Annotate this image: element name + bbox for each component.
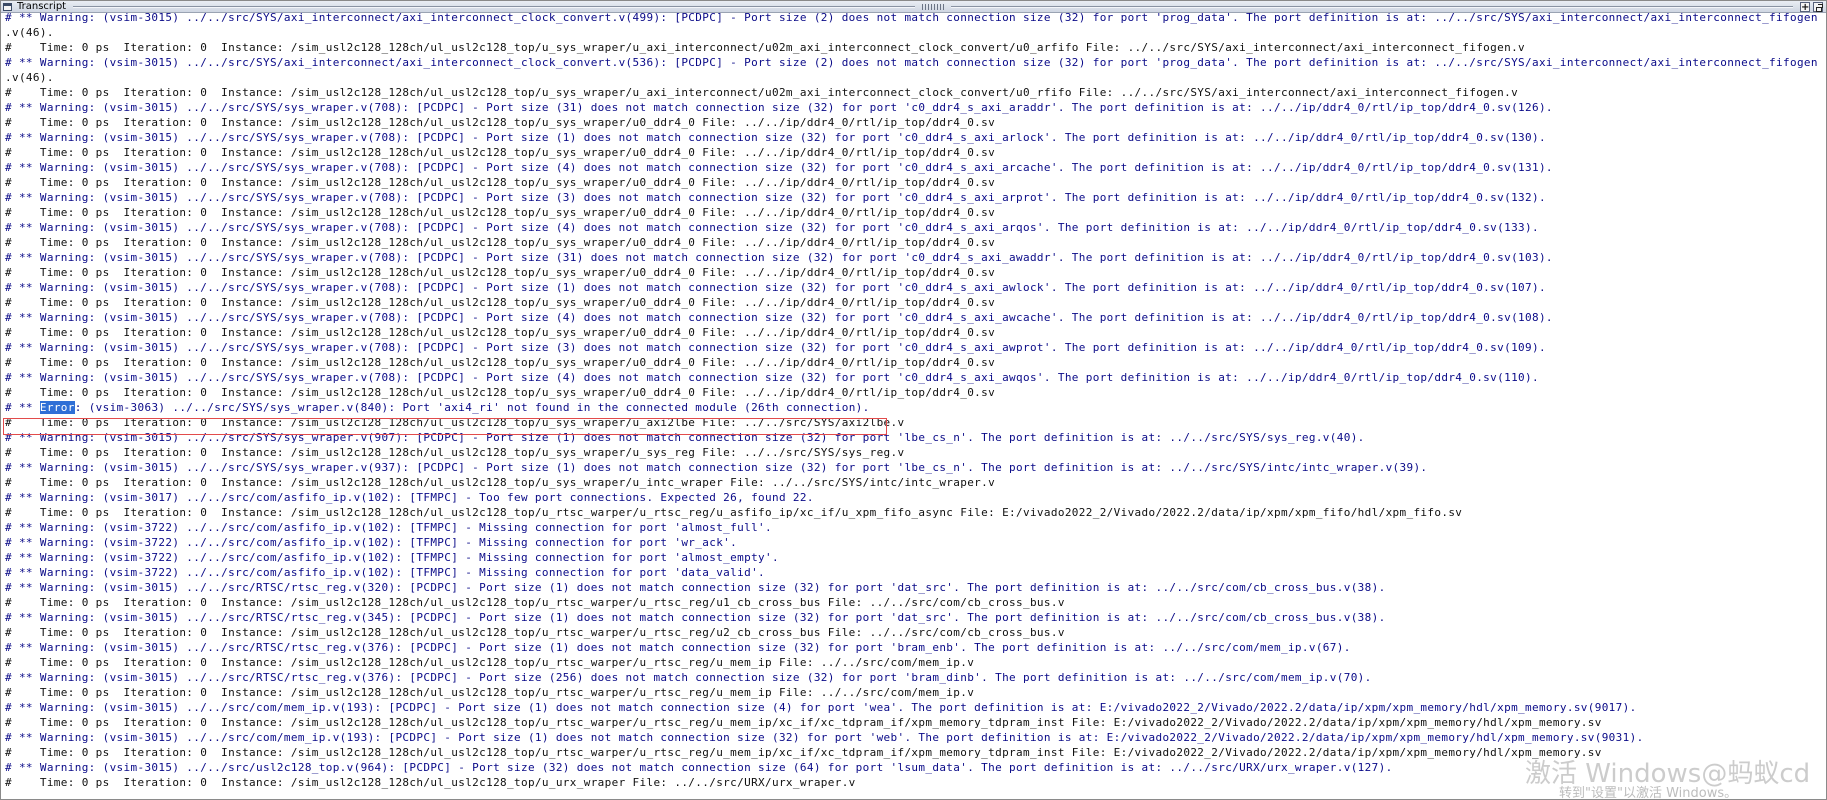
info-line: # Time: 0 ps Iteration: 0 Instance: /sim… [5, 656, 975, 669]
warning-line: # ** Warning: (vsim-3015) ../../src/SYS/… [5, 161, 1553, 174]
warning-line: # ** Warning: (vsim-3015) ../../src/SYS/… [5, 221, 1539, 234]
info-line: # Time: 0 ps Iteration: 0 Instance: /sim… [5, 416, 905, 429]
warning-line: # ** Warning: (vsim-3015) ../../src/com/… [5, 701, 1637, 714]
warning-line: # ** Warning: (vsim-3015) ../../src/SYS/… [5, 281, 1546, 294]
title-bar[interactable]: Transcript + [1, 1, 1826, 13]
title-bar-rule-left [73, 6, 915, 8]
add-icon[interactable]: + [1800, 2, 1810, 13]
warning-line: # ** Warning: (vsim-3015) ../../src/RTSC… [5, 641, 1351, 654]
warning-line: # ** Warning: (vsim-3015) ../../src/SYS/… [5, 56, 1818, 69]
warning-line: # ** Warning: (vsim-3017) ../../src/com/… [5, 491, 814, 504]
transcript-lines: # ** Warning: (vsim-3015) ../../src/SYS/… [5, 13, 1826, 790]
info-line: # Time: 0 ps Iteration: 0 Instance: /sim… [5, 716, 1602, 729]
warning-line: # ** Warning: (vsim-3015) ../../src/SYS/… [5, 341, 1546, 354]
warning-line: # ** Warning: (vsim-3015) ../../src/RTSC… [5, 611, 1386, 624]
error-line-text: : (vsim-3063) ../../src/SYS/sys_wraper.v… [74, 401, 870, 414]
info-line: # Time: 0 ps Iteration: 0 Instance: /sim… [5, 266, 996, 279]
info-line: .v(46). [5, 26, 54, 39]
drag-grip-icon[interactable] [922, 4, 944, 10]
info-line: # Time: 0 ps Iteration: 0 Instance: /sim… [5, 146, 996, 159]
warning-line: # ** Warning: (vsim-3015) ../../src/RTSC… [5, 671, 1372, 684]
warning-line: # ** Warning: (vsim-3722) ../../src/com/… [5, 566, 766, 579]
error-keyword-selection[interactable]: Error [39, 401, 75, 414]
title-bar-rule-right [951, 6, 1793, 8]
info-line: # Time: 0 ps Iteration: 0 Instance: /sim… [5, 206, 996, 219]
info-line: # Time: 0 ps Iteration: 0 Instance: /sim… [5, 236, 996, 249]
warning-line: # ** Warning: (vsim-3015) ../../src/RTSC… [5, 581, 1386, 594]
info-line: # Time: 0 ps Iteration: 0 Instance: /sim… [5, 41, 1526, 54]
info-line: # Time: 0 ps Iteration: 0 Instance: /sim… [5, 116, 996, 129]
warning-line: # ** Warning: (vsim-3015) ../../src/SYS/… [5, 13, 1818, 24]
warning-line: # ** Warning: (vsim-3015) ../../src/SYS/… [5, 311, 1553, 324]
transcript-pane[interactable]: # ** Warning: (vsim-3015) ../../src/SYS/… [1, 13, 1826, 799]
info-line: # Time: 0 ps Iteration: 0 Instance: /sim… [5, 476, 996, 489]
warning-line: # ** Warning: (vsim-3722) ../../src/com/… [5, 551, 779, 564]
warning-line: # ** Warning: (vsim-3015) ../../src/com/… [5, 731, 1644, 744]
info-line: # Time: 0 ps Iteration: 0 Instance: /sim… [5, 326, 996, 339]
info-line: # Time: 0 ps Iteration: 0 Instance: /sim… [5, 506, 1463, 519]
warning-line: # ** Warning: (vsim-3722) ../../src/com/… [5, 521, 772, 534]
warning-line: # ** Warning: (vsim-3015) ../../src/SYS/… [5, 431, 1365, 444]
warning-line: # ** Warning: (vsim-3015) ../../src/SYS/… [5, 371, 1539, 384]
info-line: # Time: 0 ps Iteration: 0 Instance: /sim… [5, 386, 996, 399]
info-line: # Time: 0 ps Iteration: 0 Instance: /sim… [5, 446, 905, 459]
info-line: # Time: 0 ps Iteration: 0 Instance: /sim… [5, 296, 996, 309]
info-line: # Time: 0 ps Iteration: 0 Instance: /sim… [5, 356, 996, 369]
warning-line: # ** Warning: (vsim-3015) ../../src/SYS/… [5, 131, 1546, 144]
transcript-window: Transcript + # ** Warning: (vsim-3015) .… [0, 0, 1827, 800]
info-line: # Time: 0 ps Iteration: 0 Instance: /sim… [5, 176, 996, 189]
warning-line: # ** Warning: (vsim-3015) ../../src/SYS/… [5, 251, 1553, 264]
warning-line: # ** Warning: (vsim-3015) ../../src/SYS/… [5, 101, 1553, 114]
window-title: Transcript [17, 1, 67, 12]
warning-line: # ** Warning: (vsim-3015) ../../src/SYS/… [5, 461, 1428, 474]
info-line: .v(46). [5, 71, 54, 84]
error-line: # ** Error: (vsim-3063) ../../src/SYS/sy… [5, 400, 1826, 415]
info-line: # Time: 0 ps Iteration: 0 Instance: /sim… [5, 596, 1065, 609]
undock-icon[interactable] [1813, 2, 1823, 12]
warning-line: # ** Warning: (vsim-3722) ../../src/com/… [5, 536, 738, 549]
info-line: # Time: 0 ps Iteration: 0 Instance: /sim… [5, 686, 975, 699]
warning-line: # ** Warning: (vsim-3015) ../../src/SYS/… [5, 191, 1546, 204]
activation-watermark-hint: 转到"设置"以激活 Windows。 [1559, 786, 1738, 800]
info-line: # Time: 0 ps Iteration: 0 Instance: /sim… [5, 86, 1519, 99]
info-line: # Time: 0 ps Iteration: 0 Instance: /sim… [5, 626, 1065, 639]
window-icon [3, 3, 12, 11]
error-line-prefix: # ** [5, 401, 40, 414]
